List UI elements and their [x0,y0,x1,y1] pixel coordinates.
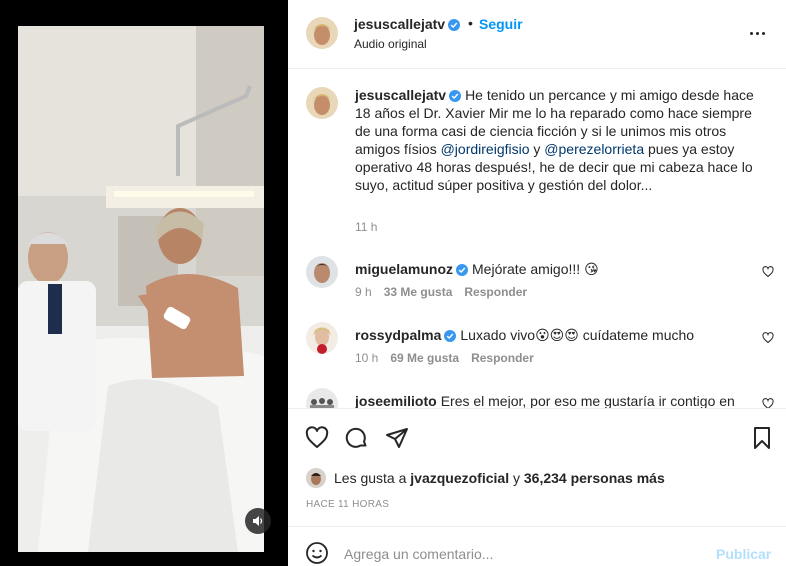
heart-icon[interactable] [762,266,774,278]
verified-icon [448,19,461,31]
caption-avatar[interactable] [306,87,338,119]
comment-likes[interactable]: 69 Me gusta [390,351,459,365]
heart-icon[interactable] [762,398,774,408]
reply-button[interactable]: Responder [464,285,527,299]
mention-link[interactable]: @jordireigfisio [441,141,530,157]
post-media[interactable] [0,0,288,566]
caption-username[interactable]: jesuscallejatv [355,87,462,103]
liker-username[interactable]: jvazquezoficial [410,470,509,486]
caption-text: jesuscallejatv He tenido un percance y mi… [355,87,754,193]
likes-summary: Les gusta a jvazquezoficial y 36,234 per… [306,467,665,489]
heart-icon[interactable] [762,332,774,344]
comments-list[interactable]: jesuscallejatv He tenido un percance y mi… [288,70,786,408]
commenter-avatar[interactable] [306,322,338,354]
comment-input[interactable] [344,544,694,564]
commenter-avatar[interactable] [306,388,338,408]
comment-text: rossydpalma Luxado vivo😮😍😍 cuídateme much… [355,327,695,343]
likes-prefix: Les gusta a [334,470,407,486]
mention-link[interactable]: @perezelorrieta [544,141,644,157]
heart-icon[interactable] [305,426,329,450]
header-separator: • [468,15,473,31]
comment-meta: 10 h 69 Me gusta Responder [355,351,534,365]
follow-button[interactable]: Seguir [479,16,523,32]
mute-button[interactable] [245,508,271,534]
post-panel: jesuscallejatv • Seguir Audio original j… [288,0,786,566]
comment-icon[interactable] [345,426,369,450]
add-comment-bar: Publicar [288,526,786,566]
author-username[interactable]: jesuscallejatv [354,16,461,32]
bookmark-icon[interactable] [750,426,774,450]
comment-username[interactable]: joseemilioto [355,393,437,408]
comment-meta: 9 h 33 Me gusta Responder [355,285,527,299]
likes-count[interactable]: 36,234 personas más [524,470,665,486]
post-header: jesuscallejatv • Seguir Audio original [288,0,786,69]
audio-label[interactable]: Audio original [354,37,427,51]
verified-icon [449,90,462,102]
caption-meta: 11 h [355,220,377,234]
post-timestamp[interactable]: HACE 11 HORAS [306,499,389,510]
comment-time[interactable]: 10 h [355,351,378,365]
comment-username[interactable]: rossydpalma [355,327,457,343]
verified-icon [456,264,469,276]
commenter-avatar[interactable] [306,256,338,288]
author-avatar[interactable] [306,17,338,49]
comment-username[interactable]: miguelamunoz [355,261,469,277]
publish-button[interactable]: Publicar [716,546,771,562]
more-icon[interactable] [750,26,768,40]
comment-text: miguelamunoz Mejórate amigo!!! 😘 [355,261,599,277]
comment-likes[interactable]: 33 Me gusta [384,285,453,299]
caption-time[interactable]: 11 h [355,220,377,234]
hospital-video-frame[interactable] [18,26,264,552]
likes-middle: y [512,470,520,486]
comment-time[interactable]: 9 h [355,285,372,299]
comment-text: joseemilioto Eres el mejor, por eso me gu… [355,393,735,408]
reply-button[interactable]: Responder [471,351,534,365]
verified-icon [444,330,457,342]
speaker-icon [253,516,263,526]
liker-avatar[interactable] [306,468,326,488]
share-icon[interactable] [385,426,409,450]
emoji-icon[interactable] [305,541,329,565]
